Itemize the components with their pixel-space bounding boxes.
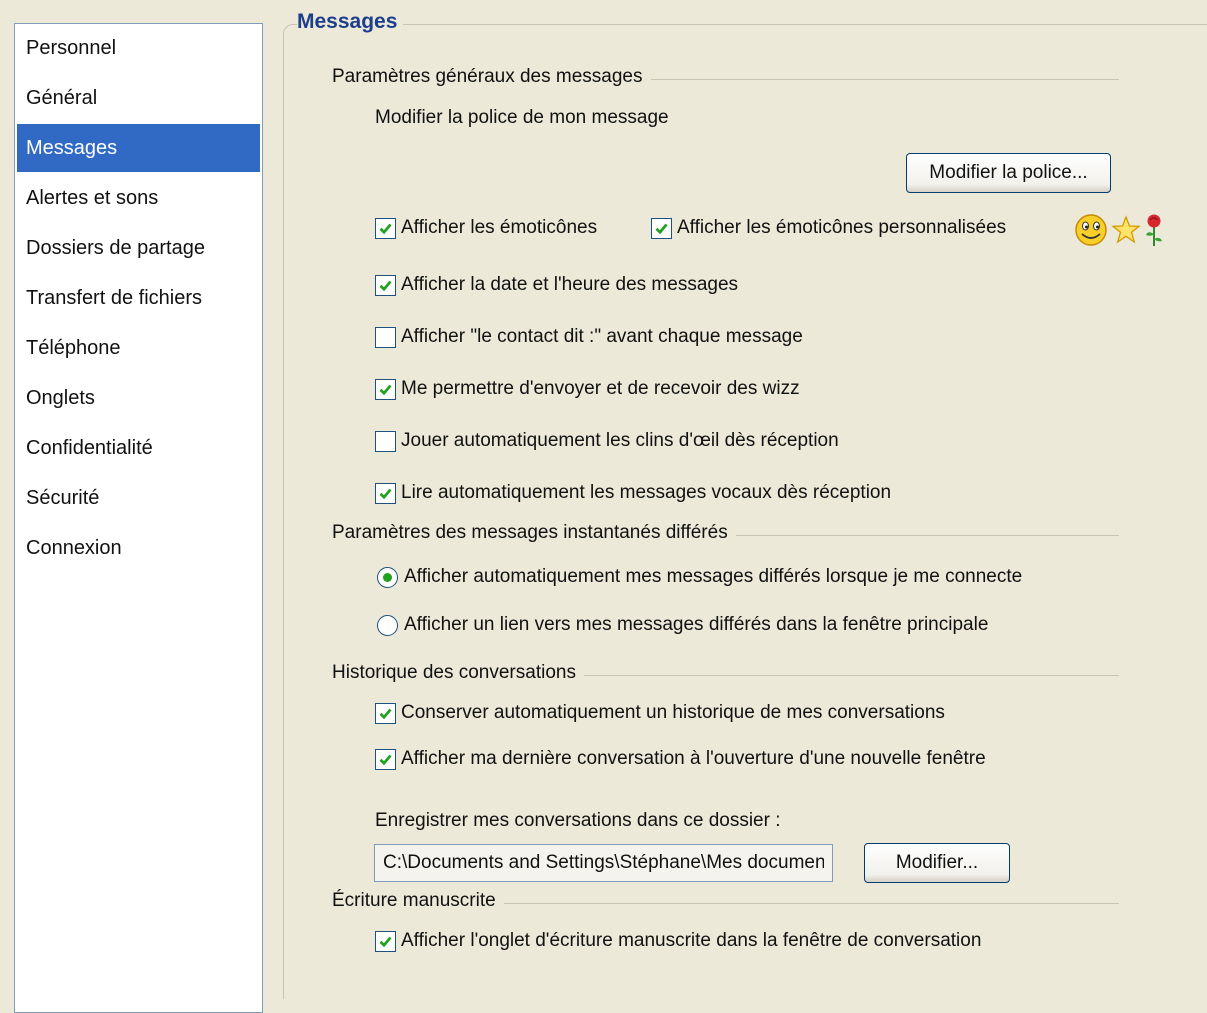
sidebar-item-dossiers-de-partage[interactable]: Dossiers de partage [17,224,260,272]
change-font-button[interactable]: Modifier la police... [906,153,1111,193]
history-folder-path-field[interactable] [374,844,833,882]
keep-history-label: Conserver automatiquement un historique … [401,702,945,723]
show-contact-says-option[interactable]: Afficher "le contact dit :" avant chaque… [375,326,803,348]
auto-show-offline-option[interactable]: Afficher automatiquement mes messages di… [377,566,1022,588]
allow-wizz-option[interactable]: Me permettre d'envoyer et de recevoir de… [375,378,800,400]
section-header-history-text: Historique des conversations [332,662,584,683]
show-handwriting-tab-checkbox[interactable] [375,930,396,952]
section-header-general-text: Paramètres généraux des messages [332,66,651,87]
star-icon [1111,215,1141,251]
keep-history-checkbox[interactable] [375,702,396,724]
show-emoticons-checkbox[interactable] [375,217,396,239]
autoplay-voice-label: Lire automatiquement les messages vocaux… [401,482,892,503]
sidebar-item-alertes-et-sons[interactable]: Alertes et sons [17,174,260,222]
show-date-time-checkbox[interactable] [375,274,396,296]
show-date-time-option[interactable]: Afficher la date et l'heure des messages [375,274,738,296]
show-handwriting-tab-label: Afficher l'onglet d'écriture manuscrite … [401,930,982,951]
rose-icon [1143,212,1165,254]
section-header-history: Historique des conversations [332,662,1119,688]
auto-show-offline-label: Afficher automatiquement mes messages di… [404,566,1023,587]
show-offline-link-option[interactable]: Afficher un lien vers mes messages diffé… [377,614,988,636]
sidebar-item-confidentialite[interactable]: Confidentialité [17,424,260,472]
show-last-conversation-label: Afficher ma dernière conversation à l'ou… [401,748,986,769]
show-contact-says-checkbox[interactable] [375,326,396,348]
smiley-icon [1073,212,1109,254]
modify-folder-button[interactable]: Modifier... [864,843,1010,883]
sidebar-item-telephone[interactable]: Téléphone [17,324,260,372]
show-custom-emoticons-label: Afficher les émoticônes personnalisées [677,217,1007,238]
section-header-handwriting-text: Écriture manuscrite [332,890,504,911]
show-offline-link-label: Afficher un lien vers mes messages diffé… [404,614,989,635]
show-emoticons-option[interactable]: Afficher les émoticônes [375,217,597,239]
allow-wizz-checkbox[interactable] [375,378,396,400]
section-header-offline: Paramètres des messages instantanés diff… [332,522,1119,548]
section-header-handwriting: Écriture manuscrite [332,890,1119,916]
show-offline-link-radio[interactable] [377,614,398,636]
history-folder-label: Enregistrer mes conversations dans ce do… [375,810,781,831]
autoplay-voice-option[interactable]: Lire automatiquement les messages vocaux… [375,482,891,504]
show-last-conversation-checkbox[interactable] [375,748,396,770]
allow-wizz-label: Me permettre d'envoyer et de recevoir de… [401,378,800,399]
sidebar-item-personnel[interactable]: Personnel [17,24,260,72]
autoplay-winks-label: Jouer automatiquement les clins d'œil dè… [401,430,839,451]
section-header-offline-text: Paramètres des messages instantanés diff… [332,522,736,543]
sidebar-item-connexion[interactable]: Connexion [17,524,260,572]
font-label: Modifier la police de mon message [375,107,669,128]
autoplay-winks-option[interactable]: Jouer automatiquement les clins d'œil dè… [375,430,839,452]
auto-show-offline-radio[interactable] [377,566,398,588]
show-custom-emoticons-option[interactable]: Afficher les émoticônes personnalisées [651,217,1006,239]
show-emoticons-label: Afficher les émoticônes [401,217,598,238]
show-contact-says-label: Afficher "le contact dit :" avant chaque… [401,326,803,347]
autoplay-voice-checkbox[interactable] [375,482,396,504]
show-last-conversation-option[interactable]: Afficher ma dernière conversation à l'ou… [375,748,986,770]
show-custom-emoticons-checkbox[interactable] [651,217,672,239]
sidebar-item-messages[interactable]: Messages [17,124,260,172]
page-title: Messages [297,10,404,34]
show-handwriting-tab-option[interactable]: Afficher l'onglet d'écriture manuscrite … [375,930,981,952]
sidebar-item-general[interactable]: Général [17,74,260,122]
sidebar-item-onglets[interactable]: Onglets [17,374,260,422]
sidebar-category-list[interactable]: Personnel Général Messages Alertes et so… [14,23,263,1013]
keep-history-option[interactable]: Conserver automatiquement un historique … [375,702,945,724]
section-header-general: Paramètres généraux des messages [332,66,1119,92]
autoplay-winks-checkbox[interactable] [375,430,396,452]
show-date-time-label: Afficher la date et l'heure des messages [401,274,739,295]
sidebar-item-transfert-de-fichiers[interactable]: Transfert de fichiers [17,274,260,322]
emoticon-preview [1073,212,1165,254]
sidebar-item-securite[interactable]: Sécurité [17,474,260,522]
